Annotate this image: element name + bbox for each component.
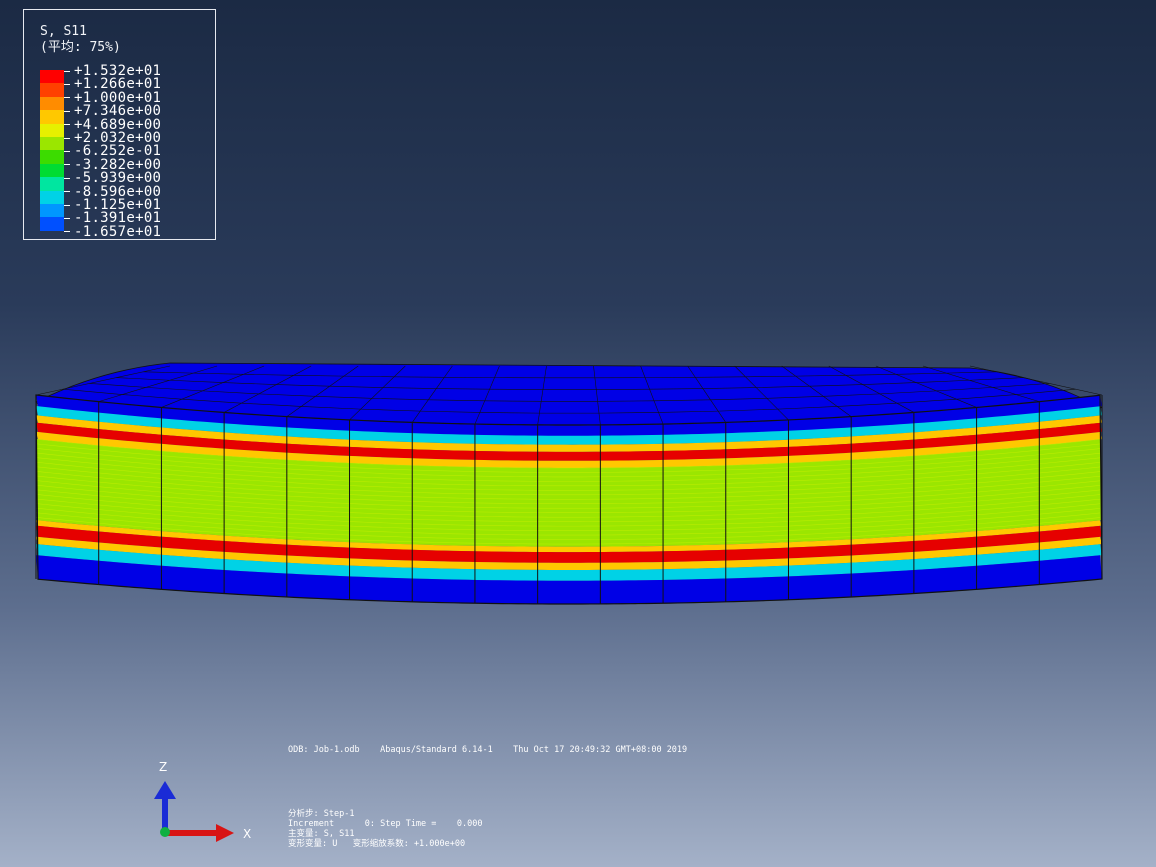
deformed-variable-info: 变形变量: U 变形缩放系数: +1.000e+00 [288, 839, 466, 849]
beam-model [35, 362, 1103, 605]
z-axis-label: Z [159, 760, 168, 774]
step-info: 分析步: Step-1 [288, 809, 355, 819]
x-axis-label: X [243, 827, 252, 841]
axis-triad [154, 781, 234, 842]
z-axis-arrow [154, 781, 176, 799]
y-axis-dot [160, 827, 170, 837]
model-viewport[interactable] [0, 0, 1156, 867]
x-axis-arrow [216, 824, 234, 842]
increment-info: Increment 0: Step Time = 0.000 [288, 819, 483, 829]
primary-variable-info: 主变量: S, S11 [288, 829, 355, 839]
odb-info-line: ODB: Job-1.odb Abaqus/Standard 6.14-1 Th… [288, 745, 688, 755]
